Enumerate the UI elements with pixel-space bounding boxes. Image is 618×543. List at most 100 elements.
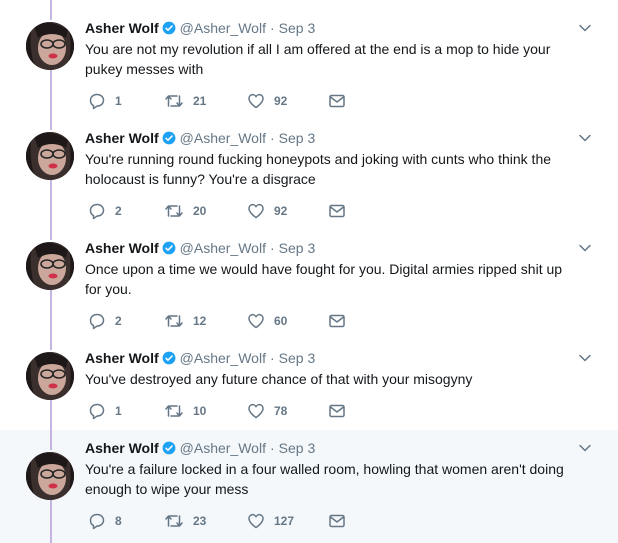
author-handle[interactable]: @Asher_Wolf [180,129,266,147]
tweet[interactable]: Asher Wolf @Asher_Wolf · Sep 3 You're ru… [0,110,618,220]
envelope-icon [329,514,345,528]
thread-connector [50,500,52,543]
retweet-icon [165,95,183,107]
reply-button[interactable]: 2 [88,312,122,330]
thread-connector [50,220,52,240]
tweet-thread: Asher Wolf @Asher_Wolf · Sep 3 You are n… [0,0,618,543]
like-button[interactable]: 78 [247,402,287,420]
thread-connector [50,70,52,110]
heart-icon [248,513,264,529]
thread-connector [50,400,52,430]
thread-connector [50,430,52,450]
tweet-header: Asher Wolf @Asher_Wolf · Sep 3 [85,129,315,147]
avatar[interactable] [26,242,74,290]
retweet-icon [165,315,183,327]
reply-count: 1 [115,404,122,418]
like-button[interactable]: 92 [247,202,287,220]
tweet[interactable]: Asher Wolf @Asher_Wolf · Sep 3 You've de… [0,330,618,430]
separator-dot: · [269,240,275,256]
avatar[interactable] [26,352,74,400]
chevron-down-icon[interactable] [578,131,592,145]
retweet-button[interactable]: 23 [164,512,206,530]
like-button[interactable]: 127 [247,512,294,530]
tweet-date[interactable]: Sep 3 [279,239,316,257]
reply-button[interactable]: 1 [88,92,122,110]
tweet-date[interactable]: Sep 3 [279,19,316,37]
retweet-count: 12 [193,314,207,328]
chevron-down-icon[interactable] [578,241,592,255]
like-button[interactable]: 92 [247,92,287,110]
author-handle[interactable]: @Asher_Wolf [180,349,266,367]
like-count: 60 [274,314,288,328]
reply-count: 2 [115,314,122,328]
author-handle[interactable]: @Asher_Wolf [180,19,266,37]
tweet[interactable]: Asher Wolf @Asher_Wolf · Sep 3 Once upon… [0,220,618,330]
reply-icon [89,313,105,330]
like-button[interactable]: 60 [247,312,287,330]
reply-count: 8 [115,514,122,528]
retweet-count: 23 [193,514,207,528]
author-name[interactable]: Asher Wolf [85,439,159,457]
tweet-text: You've destroyed any future chance of th… [85,371,473,387]
avatar[interactable] [26,452,74,500]
chevron-down-icon[interactable] [578,441,592,455]
chevron-down-icon[interactable] [578,351,592,365]
verified-badge-icon [162,21,176,35]
tweet-header: Asher Wolf @Asher_Wolf · Sep 3 [85,239,315,257]
reply-icon [89,203,105,220]
envelope-icon [329,204,345,218]
tweet-date[interactable]: Sep 3 [279,439,316,457]
tweet[interactable]: Asher Wolf @Asher_Wolf · Sep 3 You're a … [0,430,618,543]
separator-dot: · [269,20,275,36]
direct-message-button[interactable] [328,402,346,420]
like-count: 92 [274,94,288,108]
reply-icon [89,93,105,110]
direct-message-button[interactable] [328,202,346,220]
tweet-text: Once upon a time we would have fought fo… [85,261,563,297]
like-count: 127 [274,514,295,528]
author-name[interactable]: Asher Wolf [85,129,159,147]
author-name[interactable]: Asher Wolf [85,349,159,367]
verified-badge-icon [162,131,176,145]
verified-badge-icon [162,441,176,455]
author-name[interactable]: Asher Wolf [85,239,159,257]
reply-button[interactable]: 1 [88,402,122,420]
separator-dot: · [269,350,275,366]
direct-message-button[interactable] [328,312,346,330]
retweet-count: 10 [193,404,207,418]
heart-icon [248,403,264,419]
retweet-icon [165,205,183,217]
heart-icon [248,203,264,219]
direct-message-button[interactable] [328,92,346,110]
retweet-count: 20 [193,204,207,218]
author-handle[interactable]: @Asher_Wolf [180,439,266,457]
retweet-button[interactable]: 20 [164,202,206,220]
tweet-date[interactable]: Sep 3 [279,129,316,147]
tweet-header: Asher Wolf @Asher_Wolf · Sep 3 [85,349,315,367]
author-handle[interactable]: @Asher_Wolf [180,239,266,257]
thread-connector [50,110,52,130]
avatar[interactable] [26,132,74,180]
retweet-button[interactable]: 10 [164,402,206,420]
tweet[interactable]: Asher Wolf @Asher_Wolf · Sep 3 You are n… [0,0,618,110]
avatar[interactable] [26,22,74,70]
author-name[interactable]: Asher Wolf [85,19,159,37]
reply-button[interactable]: 2 [88,202,122,220]
chevron-down-icon[interactable] [578,21,592,35]
envelope-icon [329,94,345,108]
reply-button[interactable]: 8 [88,512,122,530]
retweet-button[interactable]: 12 [164,312,206,330]
heart-icon [248,313,264,329]
verified-badge-icon [162,351,176,365]
envelope-icon [329,314,345,328]
like-count: 92 [274,204,288,218]
direct-message-button[interactable] [328,512,346,530]
separator-dot: · [269,130,275,146]
envelope-icon [329,404,345,418]
thread-connector [50,180,52,220]
retweet-button[interactable]: 21 [164,92,206,110]
tweet-header: Asher Wolf @Asher_Wolf · Sep 3 [85,19,315,37]
tweet-date[interactable]: Sep 3 [279,349,316,367]
reply-count: 1 [115,94,122,108]
heart-icon [248,93,264,109]
